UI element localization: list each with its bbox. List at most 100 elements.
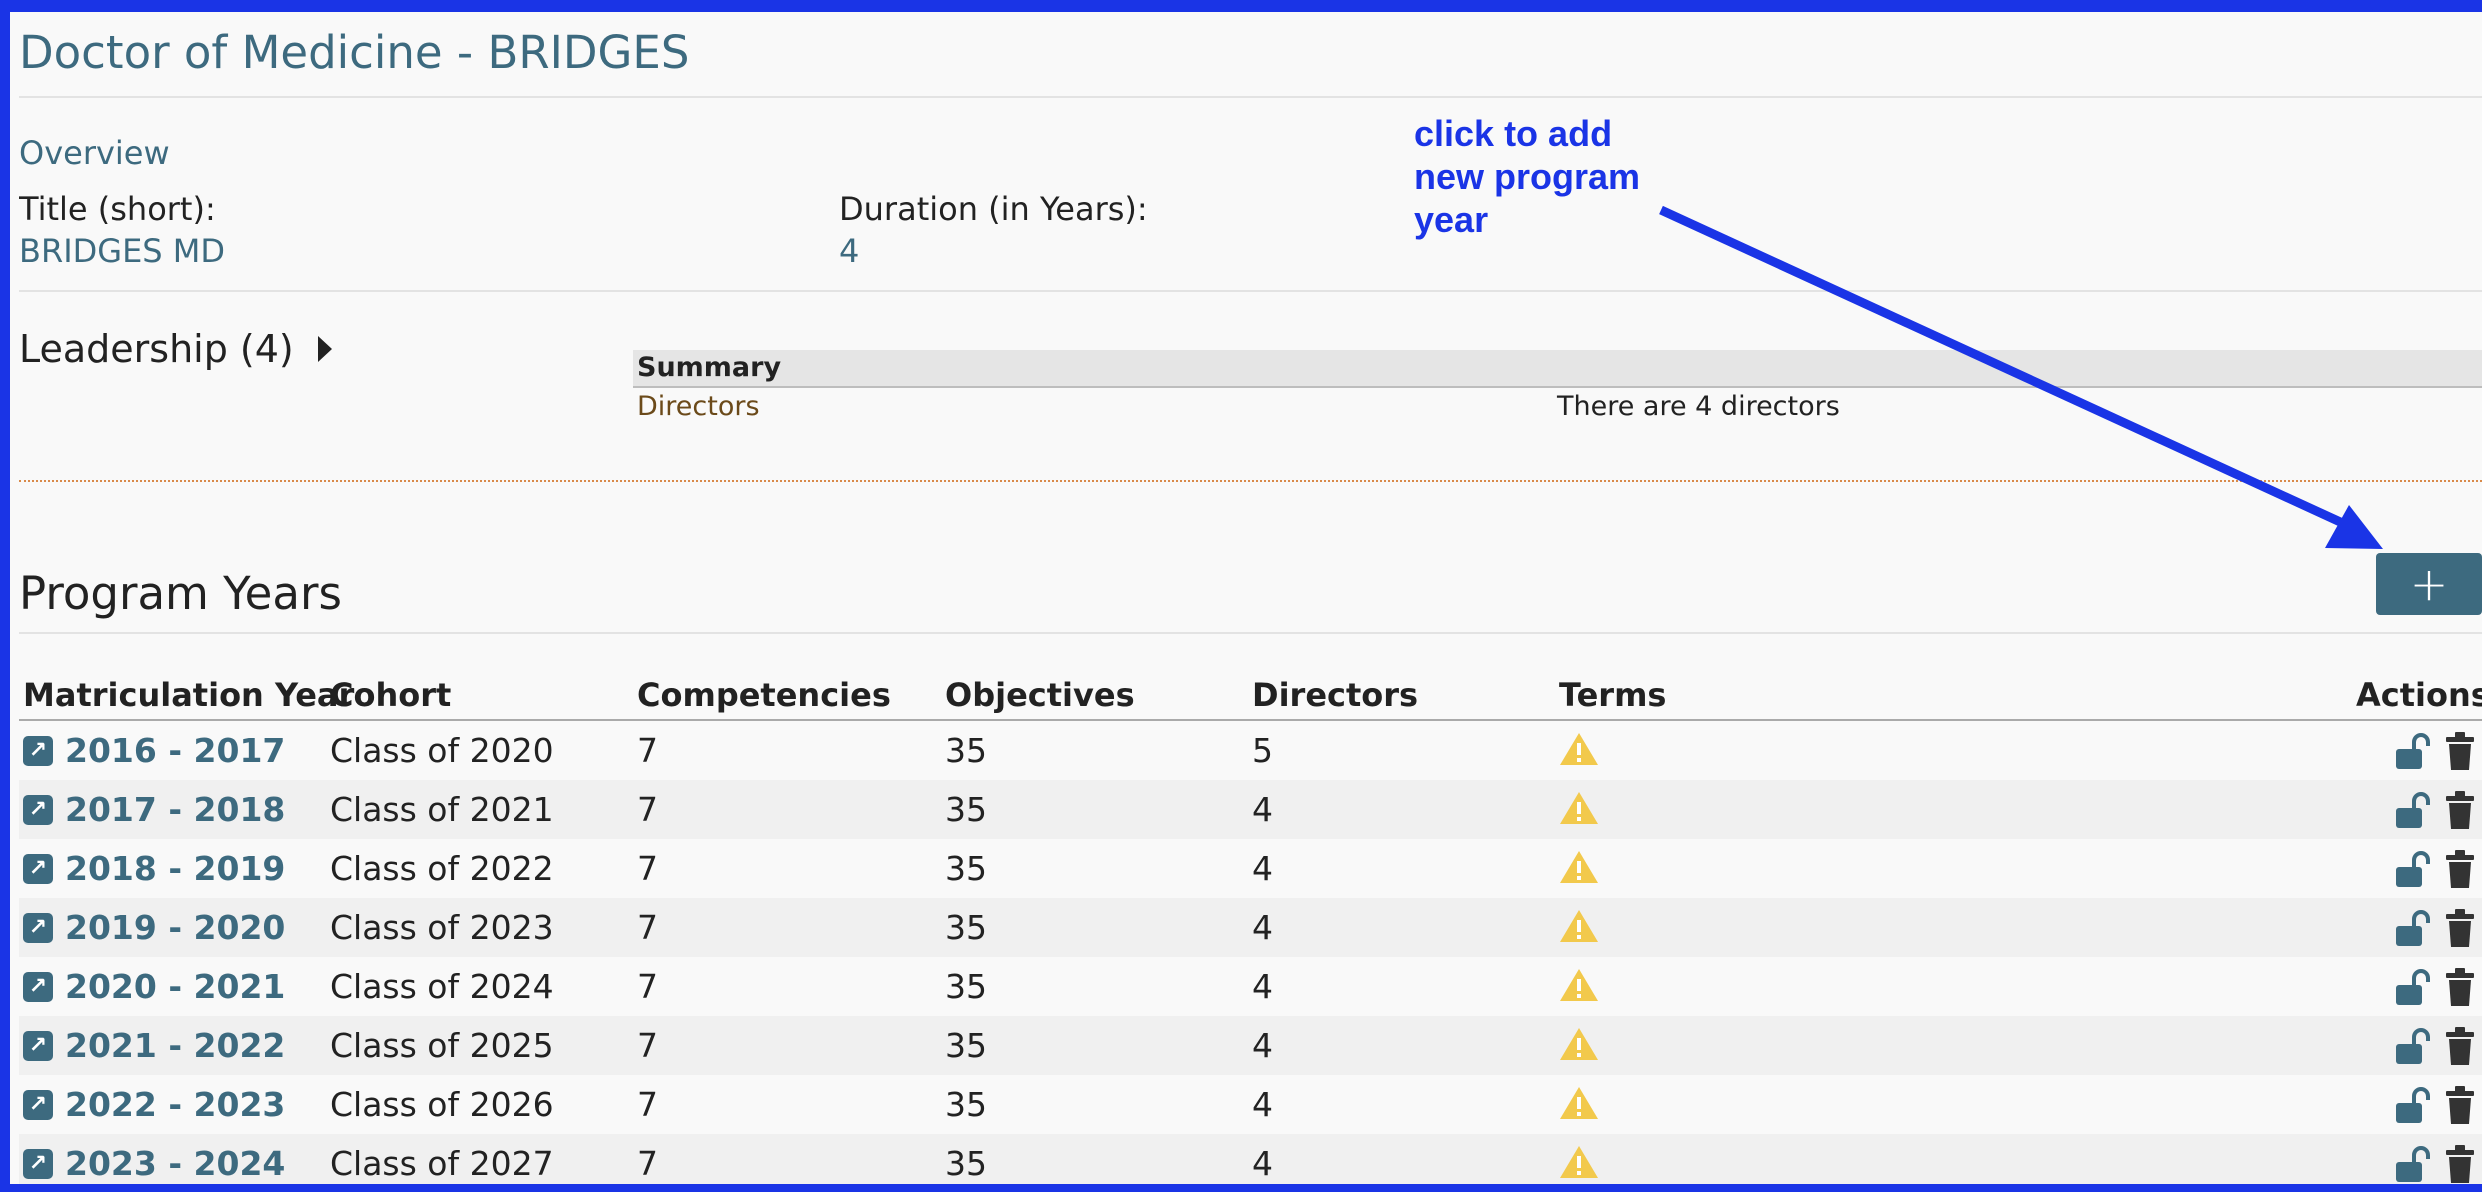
year-label: 2023 - 2024 [65, 1144, 286, 1183]
unlock-icon[interactable] [2394, 731, 2432, 771]
cohort-cell: Class of 2027 [330, 1144, 554, 1183]
annotation-callout: click to add new program year [1414, 112, 1640, 241]
unlock-icon[interactable] [2394, 908, 2432, 948]
year-link[interactable]: ↗ 2022 - 2023 [23, 1085, 285, 1124]
year-label: 2019 - 2020 [65, 908, 286, 947]
trash-icon[interactable] [2444, 849, 2476, 889]
title-short-label: Title (short): [19, 190, 216, 228]
warning-icon [1559, 849, 1599, 885]
col-terms[interactable]: Terms [1559, 676, 1666, 714]
external-link-icon: ↗ [23, 912, 53, 943]
directors-cell: 4 [1252, 790, 1273, 829]
year-link[interactable]: ↗ 2019 - 2020 [23, 908, 285, 947]
table-row: ↗ 2023 - 2024 Class of 2027 7 35 4 [19, 1134, 2482, 1184]
divider [19, 632, 2482, 634]
summary-row-label: Directors [637, 391, 760, 422]
col-matriculation-year[interactable]: Matriculation Year [23, 676, 354, 714]
trash-icon[interactable] [2444, 1144, 2476, 1184]
unlock-icon[interactable] [2394, 849, 2432, 889]
warning-icon [1559, 1085, 1599, 1121]
year-label: 2020 - 2021 [65, 967, 286, 1006]
warning-icon [1559, 790, 1599, 826]
year-label: 2016 - 2017 [65, 731, 286, 770]
title-short-value[interactable]: BRIDGES MD [19, 232, 225, 270]
objectives-cell: 35 [945, 908, 987, 947]
external-link-icon: ↗ [23, 1148, 53, 1179]
directors-cell: 4 [1252, 849, 1273, 888]
unlock-icon[interactable] [2394, 967, 2432, 1007]
warning-icon [1559, 731, 1599, 767]
directors-cell: 4 [1252, 1144, 1273, 1183]
competencies-cell: 7 [637, 1085, 658, 1124]
competencies-cell: 7 [637, 731, 658, 770]
cohort-cell: Class of 2025 [330, 1026, 554, 1065]
external-link-icon: ↗ [23, 971, 53, 1002]
unlock-icon[interactable] [2394, 1144, 2432, 1184]
objectives-cell: 35 [945, 1026, 987, 1065]
annotation-line: new program [1414, 156, 1641, 197]
year-label: 2021 - 2022 [65, 1026, 286, 1065]
objectives-cell: 35 [945, 790, 987, 829]
trash-icon[interactable] [2444, 1085, 2476, 1125]
cohort-cell: Class of 2026 [330, 1085, 554, 1124]
competencies-cell: 7 [637, 790, 658, 829]
competencies-cell: 7 [637, 1144, 658, 1183]
year-link[interactable]: ↗ 2018 - 2019 [23, 849, 285, 888]
warning-icon [1559, 967, 1599, 1003]
objectives-cell: 35 [945, 1144, 987, 1183]
table-header: Matriculation Year Cohort Competencies O… [19, 662, 2482, 721]
annotation-line: click to add [1414, 113, 1613, 154]
annotation-line: year [1414, 199, 1489, 240]
year-link[interactable]: ↗ 2020 - 2021 [23, 967, 285, 1006]
col-objectives[interactable]: Objectives [945, 676, 1135, 714]
unlock-icon[interactable] [2394, 1085, 2432, 1125]
objectives-cell: 35 [945, 967, 987, 1006]
col-competencies[interactable]: Competencies [637, 676, 891, 714]
cohort-cell: Class of 2020 [330, 731, 554, 770]
objectives-cell: 35 [945, 1085, 987, 1124]
year-link[interactable]: ↗ 2016 - 2017 [23, 731, 285, 770]
divider [19, 96, 2482, 98]
table-row: ↗ 2022 - 2023 Class of 2026 7 35 4 [19, 1075, 2482, 1134]
dotted-divider [19, 480, 2482, 482]
table-row: ↗ 2016 - 2017 Class of 2020 7 35 5 [19, 721, 2482, 780]
external-link-icon: ↗ [23, 794, 53, 825]
external-link-icon: ↗ [23, 1030, 53, 1061]
leadership-summary-table: Summary Directors There are 4 directors [633, 350, 2482, 426]
unlock-icon[interactable] [2394, 1026, 2432, 1066]
overview-link[interactable]: Overview [19, 134, 170, 172]
col-directors[interactable]: Directors [1252, 676, 1418, 714]
leadership-toggle[interactable]: Leadership (4) [19, 327, 332, 371]
duration-label: Duration (in Years): [839, 190, 1148, 228]
table-row: ↗ 2018 - 2019 Class of 2022 7 35 4 [19, 839, 2482, 898]
col-cohort[interactable]: Cohort [330, 676, 451, 714]
col-actions: Actions [2356, 676, 2482, 714]
directors-cell: 4 [1252, 967, 1273, 1006]
trash-icon[interactable] [2444, 1026, 2476, 1066]
page-title: Doctor of Medicine - BRIDGES [19, 26, 690, 79]
directors-cell: 5 [1252, 731, 1273, 770]
competencies-cell: 7 [637, 967, 658, 1006]
trash-icon[interactable] [2444, 967, 2476, 1007]
year-link[interactable]: ↗ 2021 - 2022 [23, 1026, 285, 1065]
cohort-cell: Class of 2021 [330, 790, 554, 829]
add-program-year-button[interactable]: + [2376, 553, 2482, 615]
year-link[interactable]: ↗ 2017 - 2018 [23, 790, 285, 829]
year-label: 2018 - 2019 [65, 849, 286, 888]
competencies-cell: 7 [637, 849, 658, 888]
competencies-cell: 7 [637, 908, 658, 947]
warning-icon [1559, 1026, 1599, 1062]
trash-icon[interactable] [2444, 731, 2476, 771]
cohort-cell: Class of 2022 [330, 849, 554, 888]
year-link[interactable]: ↗ 2023 - 2024 [23, 1144, 285, 1183]
competencies-cell: 7 [637, 1026, 658, 1065]
trash-icon[interactable] [2444, 908, 2476, 948]
objectives-cell: 35 [945, 849, 987, 888]
table-row: ↗ 2020 - 2021 Class of 2024 7 35 4 [19, 957, 2482, 1016]
unlock-icon[interactable] [2394, 790, 2432, 830]
trash-icon[interactable] [2444, 790, 2476, 830]
duration-value[interactable]: 4 [839, 232, 859, 270]
directors-cell: 4 [1252, 1026, 1273, 1065]
directors-cell: 4 [1252, 908, 1273, 947]
summary-row: Directors There are 4 directors [633, 388, 2482, 426]
